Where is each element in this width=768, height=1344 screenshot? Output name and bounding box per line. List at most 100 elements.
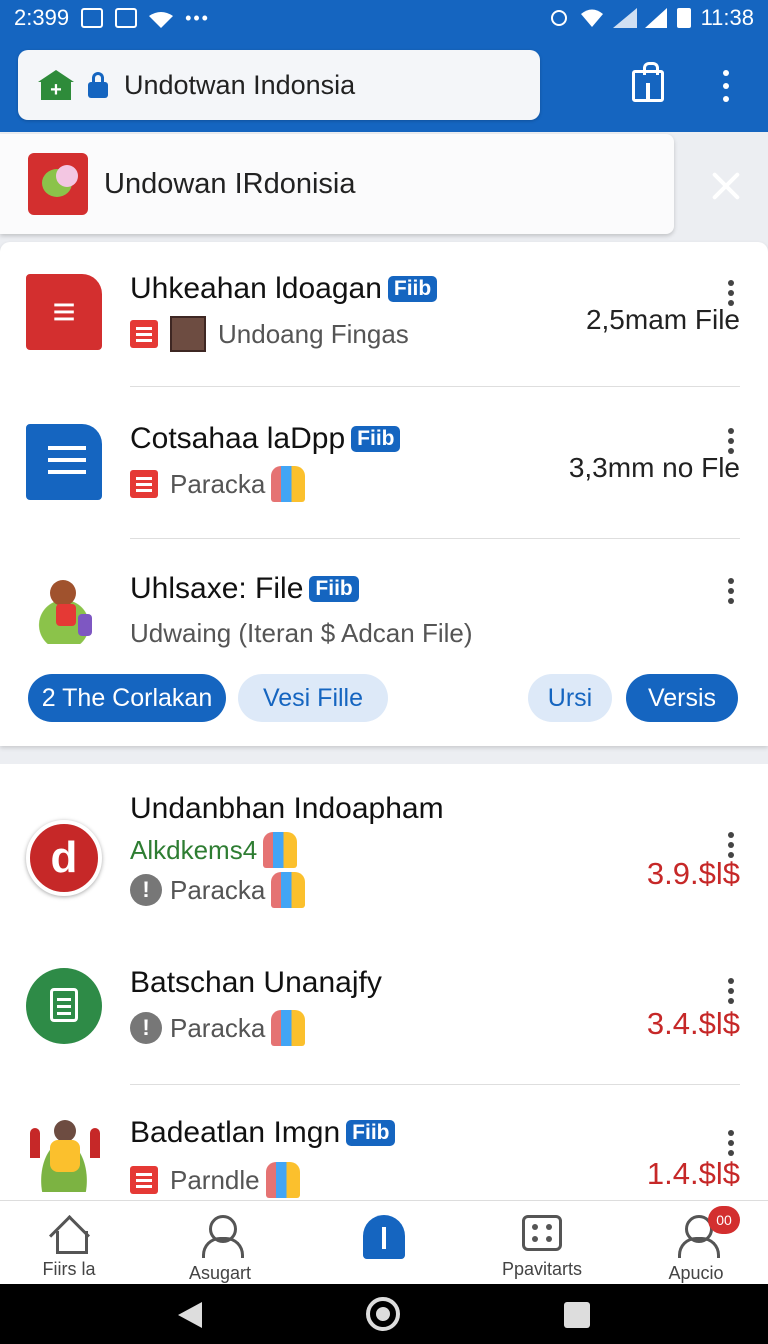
people-icon [271, 466, 306, 502]
cell-signal-2-icon [644, 8, 667, 28]
file-size: 2,5mam File [585, 304, 740, 335]
chip-vesi-fille[interactable]: Vesi Fille [238, 674, 388, 722]
close-icon[interactable] [706, 166, 746, 206]
item-menu-icon[interactable] [722, 978, 740, 1004]
item-title: Undanbhan Indoapham [130, 792, 444, 825]
chip-corlakan[interactable]: 2 The Corlakan [28, 674, 226, 722]
item-title: Uhlsaxe: File Fiib [130, 572, 359, 606]
nav-label: Fiirs la [42, 1259, 96, 1279]
chip-versis[interactable]: Versis [626, 674, 738, 722]
chip-row: 2 The Corlakan Vesi Fille Ursi Versis [0, 674, 768, 724]
item-menu-icon[interactable] [722, 280, 740, 306]
shopping-bag-icon[interactable] [632, 62, 664, 102]
file-badge: Fiib [346, 1120, 396, 1146]
notification-badge: 00 [708, 1206, 740, 1234]
wifi-icon [149, 9, 174, 28]
list-item[interactable]: d Undanbhan Indoapham Alkdkems4 ! Parack… [0, 764, 768, 934]
divider [130, 386, 740, 387]
list-item[interactable]: Cotsahaa laDpp Fiib Paracka 3,3mm no Fle [0, 388, 768, 538]
notification-n-icon [81, 8, 104, 28]
nav-label: Apucio [668, 1263, 724, 1283]
item-subtitle: Udwaing (Iteran $ Adcan File) [130, 618, 473, 648]
warning-icon: ! [130, 1012, 162, 1044]
item-price: 1.4.$l$ [646, 1156, 740, 1191]
center-icon [363, 1215, 405, 1259]
back-icon[interactable] [178, 1302, 202, 1328]
nav-item-home[interactable]: Fiirs la [28, 1201, 110, 1285]
photo-thumbnail-icon [170, 316, 206, 352]
list-icon [130, 470, 158, 498]
nav-label: Ppavitarts [501, 1259, 583, 1279]
chip-ursi[interactable]: Ursi [528, 674, 612, 722]
illustration-icon [26, 568, 102, 644]
document-green-icon [26, 968, 102, 1044]
list-item[interactable]: Uhlsaxe: File Fiib Udwaing (Iteran $ Adc… [0, 540, 768, 670]
status-time-left: 2:399 [14, 5, 70, 30]
divider [130, 538, 740, 539]
url-text: Undotwan Indonsia [124, 69, 356, 100]
item-subtitle: Parndle [130, 1162, 300, 1198]
lock-icon [88, 72, 108, 98]
file-badge: Fiib [351, 426, 401, 452]
recent-apps-icon[interactable] [564, 1302, 590, 1328]
file-size: 3,3mm no Fle [568, 452, 740, 483]
file-list-card: ≡ Uhkeahan ldoagan Fiib Undoang Fingas 2… [0, 242, 768, 746]
item-price: 3.9.$l$ [646, 856, 740, 891]
nav-item-account[interactable]: Asugart [180, 1201, 260, 1285]
item-title: Cotsahaa laDpp Fiib [130, 422, 401, 456]
user-icon [200, 1215, 244, 1258]
list-item[interactable]: Badeatlan Imgn Fiib Parndle 1.4.$l$ [0, 1086, 768, 1200]
store-home-icon[interactable]: + [38, 70, 74, 100]
home-button-icon[interactable] [366, 1297, 400, 1331]
status-time-right: 11:38 [700, 5, 754, 30]
product-list-card: d Undanbhan Indoapham Alkdkems4 ! Parack… [0, 764, 768, 1200]
item-menu-icon[interactable] [722, 832, 740, 858]
item-subtitle-green: Alkdkems4 [130, 832, 298, 868]
signal-wifi-icon [580, 8, 603, 28]
system-nav-bar [0, 1284, 768, 1344]
alarm-icon [549, 8, 571, 28]
overflow-menu-icon[interactable] [716, 66, 736, 106]
item-title: Badeatlan Imgn Fiib [130, 1116, 396, 1150]
illustration-icon [26, 1116, 102, 1192]
status-bar: 2:399 ••• 11:38 [0, 0, 768, 36]
cell-signal-icon [612, 8, 637, 28]
item-title: Uhkeahan ldoagan Fiib [130, 272, 438, 306]
item-subtitle: ! Paracka [130, 872, 306, 908]
divider [130, 1084, 740, 1085]
banner-title: Undowan IRdonisia [104, 167, 356, 200]
list-item[interactable]: Batschan Unanajfy ! Paracka 3.4.$l$ [0, 934, 768, 1084]
list-icon [130, 320, 158, 348]
person-icon [265, 1162, 300, 1198]
item-subtitle: ! Paracka [130, 1010, 306, 1046]
nav-label: Asugart [188, 1263, 252, 1283]
d-logo-icon: d [26, 820, 102, 896]
url-bar[interactable]: + Undotwan Indonsia [18, 50, 540, 120]
nav-item-activity[interactable]: Ppavitarts [496, 1201, 588, 1285]
list-item[interactable]: ≡ Uhkeahan ldoagan Fiib Undoang Fingas 2… [0, 242, 768, 386]
item-subtitle: Paracka [130, 466, 306, 502]
dice-icon [522, 1215, 562, 1251]
item-title: Batschan Unanajfy [130, 966, 382, 999]
warning-icon: ! [130, 874, 162, 906]
item-subtitle: Undoang Fingas [130, 316, 409, 352]
item-menu-icon[interactable] [722, 578, 740, 604]
document-red-icon: ≡ [26, 274, 102, 350]
person-icon [271, 872, 306, 908]
list-icon [130, 1166, 158, 1194]
file-badge: Fiib [387, 276, 438, 302]
people-icon [271, 1010, 306, 1046]
battery-icon [676, 8, 691, 28]
item-menu-icon[interactable] [722, 428, 740, 454]
banner-logo [28, 153, 88, 215]
person-icon [263, 832, 298, 868]
more-notifications-icon: ••• [185, 7, 210, 28]
notification-image-icon [115, 8, 138, 28]
home-icon [50, 1215, 88, 1254]
item-price: 3.4.$l$ [646, 1006, 740, 1041]
app-bar: + Undotwan Indonsia [0, 36, 768, 132]
document-blue-icon [26, 424, 102, 500]
item-menu-icon[interactable] [722, 1130, 740, 1156]
app-banner[interactable]: Undowan IRdonisia [0, 134, 674, 234]
nav-item-center[interactable] [362, 1201, 406, 1285]
